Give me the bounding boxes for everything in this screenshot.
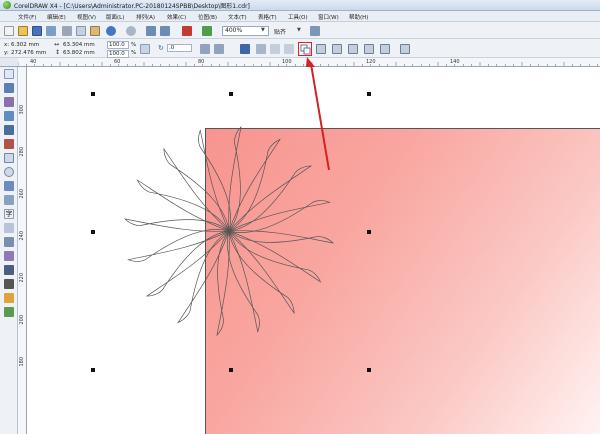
flower-petal bbox=[188, 129, 241, 232]
flower-petal bbox=[154, 148, 238, 232]
selection-handle-top-middle[interactable] bbox=[229, 92, 233, 96]
selection-handle-top-right[interactable] bbox=[367, 92, 371, 96]
selection-handle-bottom-right[interactable] bbox=[367, 368, 371, 372]
selection-handle-top-left[interactable] bbox=[91, 92, 95, 96]
flower-petal bbox=[228, 190, 331, 243]
selection-handle-bottom-middle[interactable] bbox=[229, 368, 233, 372]
flower-petal bbox=[217, 230, 270, 333]
annotation-arrow bbox=[306, 57, 330, 171]
flower-petal bbox=[127, 219, 230, 272]
flower-petal bbox=[146, 222, 230, 306]
selection-handle-middle-left[interactable] bbox=[91, 230, 95, 234]
flower-petal bbox=[220, 230, 304, 314]
flower-petal bbox=[228, 156, 312, 240]
spiral-flower-shape[interactable] bbox=[124, 126, 334, 336]
selection-handle-bottom-left[interactable] bbox=[91, 368, 95, 372]
drawing-overlay bbox=[124, 57, 334, 336]
selection-handle-middle-right[interactable] bbox=[367, 230, 371, 234]
